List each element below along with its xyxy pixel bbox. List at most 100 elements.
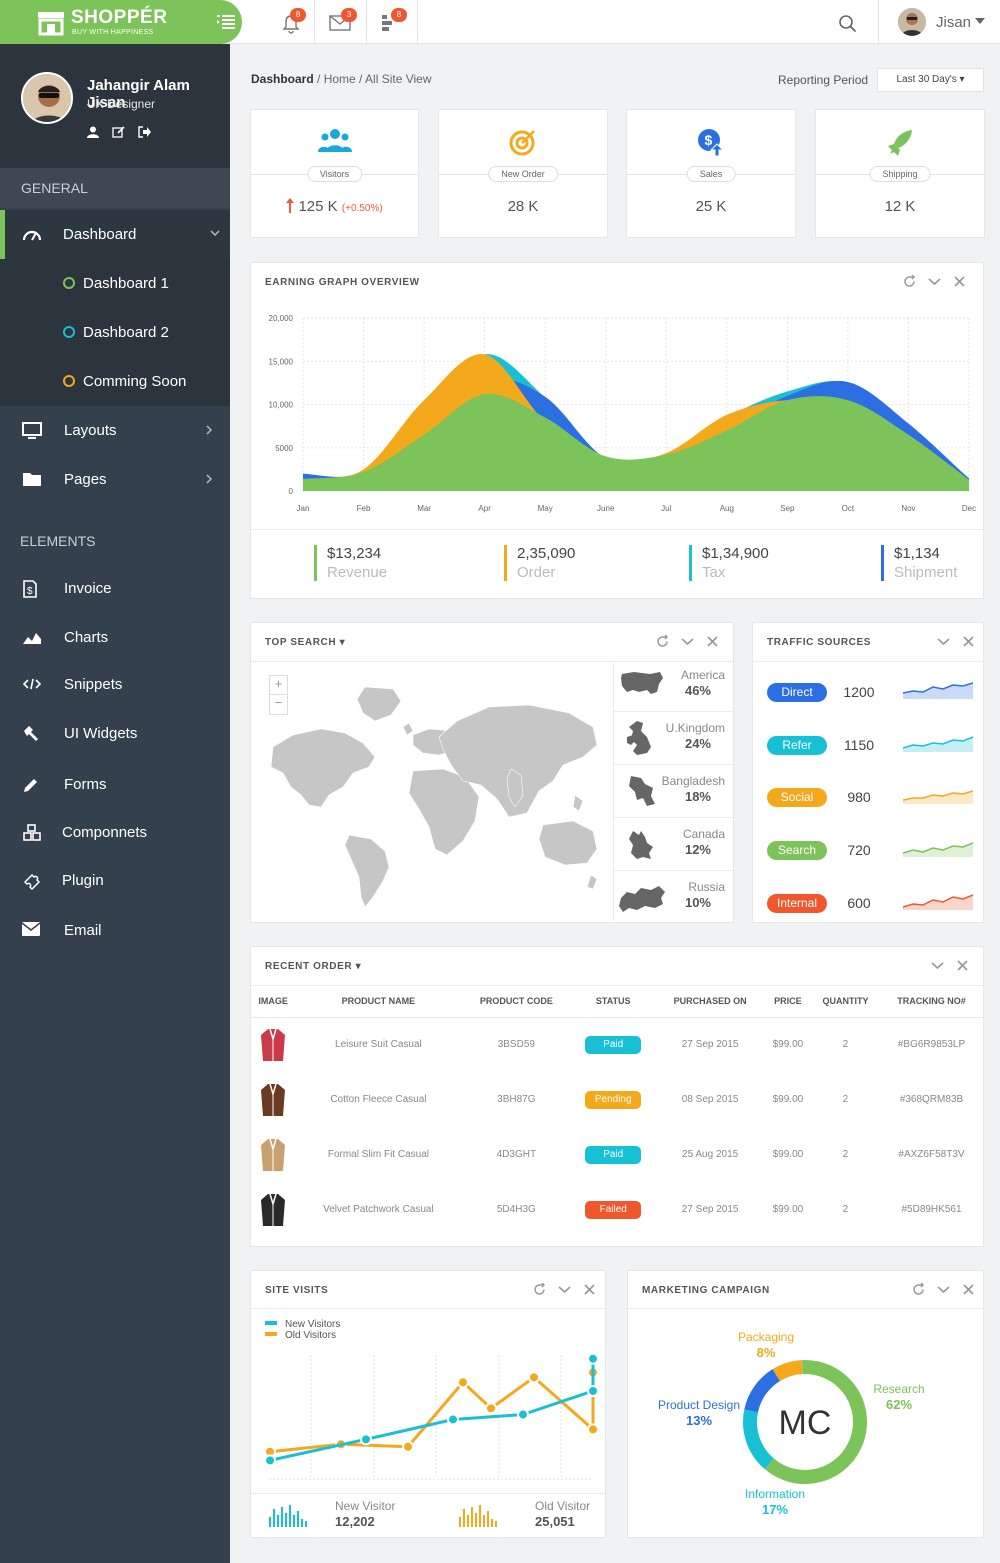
sidebar-item-email[interactable]: Email [0, 906, 230, 955]
circle-icon [63, 326, 75, 338]
sidebar-item-plugin[interactable]: Plugin [0, 856, 230, 905]
column-header[interactable]: PRODUCT CODE [462, 985, 572, 1017]
close-icon[interactable] [962, 635, 975, 648]
data-point [529, 1372, 539, 1382]
country-row-canada[interactable]: Canada 12% [613, 819, 733, 871]
close-icon[interactable] [956, 959, 969, 972]
column-header[interactable]: STATUS [571, 985, 655, 1017]
brand-logo[interactable]: SHOPPÉR BUY WITH HAPPINESS [0, 0, 242, 44]
country-name: U.Kingdom [666, 721, 725, 735]
close-icon[interactable] [583, 1283, 596, 1296]
edit-icon[interactable] [112, 126, 125, 138]
traffic-badge: Internal [767, 894, 827, 913]
product-image-cell [251, 1072, 295, 1127]
column-header[interactable]: QUANTITY [811, 985, 880, 1017]
slice-label: Research [873, 1382, 924, 1396]
sparkline [903, 782, 973, 806]
column-header[interactable]: IMAGE [251, 985, 295, 1017]
data-point [518, 1410, 528, 1420]
country-row-russia[interactable]: Russia 10% [613, 872, 733, 924]
dashboard-gauge-icon [22, 226, 42, 242]
table-row[interactable]: Cotton Fleece Casual3BH87GPending08 Sep … [251, 1072, 983, 1127]
notifications-button[interactable]: 8 [266, 0, 315, 44]
sidebar-item-dashboard-1[interactable]: Dashboard 1 [0, 259, 230, 308]
breadcrumb-rest[interactable]: / Home / All Site View [314, 72, 432, 86]
menu-toggle-icon[interactable] [217, 14, 235, 30]
purchase-date: 27 Sep 2015 [655, 1017, 765, 1072]
data-point [588, 1354, 598, 1364]
code-icon [22, 676, 42, 692]
table-row[interactable]: Velvet Patchwork Casual5D4H3GFailed27 Se… [251, 1182, 983, 1237]
sidebar-item-dashboard[interactable]: Dashboard [0, 210, 230, 259]
refresh-icon[interactable] [533, 1283, 546, 1296]
collapse-icon[interactable] [558, 1283, 571, 1296]
collapse-icon[interactable] [937, 1283, 950, 1296]
collapse-icon[interactable] [681, 635, 694, 648]
sidebar-item-ui-widgets[interactable]: UI Widgets [0, 709, 230, 758]
x-tick-label: Sep [780, 504, 795, 513]
close-icon[interactable] [953, 275, 966, 288]
collapse-icon[interactable] [937, 635, 950, 648]
stat-label: New Order [488, 166, 558, 182]
sidebar-item-snippets[interactable]: Snippets [0, 660, 230, 709]
collapse-icon[interactable] [931, 959, 944, 972]
search-icon[interactable] [832, 12, 862, 34]
refresh-icon[interactable] [903, 275, 916, 288]
country-name: Russia [688, 880, 725, 894]
card-title[interactable]: RECENT ORDER ▾ [265, 961, 361, 972]
data-point [588, 1386, 598, 1396]
breadcrumb-current[interactable]: Dashboard [251, 72, 314, 86]
traffic-row[interactable]: Search720 [767, 831, 977, 883]
canada-map-icon [627, 827, 657, 861]
summary-value: $1,134 [894, 545, 957, 562]
country-row-bangladesh[interactable]: Bangladesh 18% [613, 766, 733, 818]
user-menu[interactable]: Jisan [878, 0, 1000, 44]
refresh-icon[interactable] [912, 1283, 925, 1296]
data-point [265, 1455, 275, 1465]
pencil-icon [22, 776, 40, 794]
column-header[interactable]: PRICE [765, 985, 811, 1017]
sidebar-item-invoice[interactable]: $ Invoice [0, 564, 230, 613]
card-tools [931, 959, 969, 972]
sidebar-item-componnets[interactable]: Componnets [0, 808, 230, 857]
user-icon[interactable] [87, 126, 99, 138]
slice-label: Packaging [738, 1330, 794, 1344]
country-row-u-kingdom[interactable]: U.Kingdom 24% [613, 713, 733, 765]
traffic-row[interactable]: Internal600 [767, 884, 977, 936]
card-title[interactable]: TOP SEARCH ▾ [265, 637, 345, 648]
column-header[interactable]: TRACKING NO# [880, 985, 983, 1017]
traffic-value: 1150 [837, 737, 881, 753]
close-icon[interactable] [962, 1283, 975, 1296]
tasks-button[interactable]: 8 [367, 0, 418, 44]
orders-table: IMAGEPRODUCT NAMEPRODUCT CODESTATUSPURCH… [251, 985, 983, 1237]
sidebar-item-layouts[interactable]: Layouts [0, 406, 230, 455]
collapse-icon[interactable] [928, 275, 941, 288]
traffic-row[interactable]: Refer1150 [767, 726, 977, 778]
table-row[interactable]: Formal Slim Fit Casual4D3GHTPaid25 Aug 2… [251, 1127, 983, 1182]
country-row-america[interactable]: America 46% [613, 660, 733, 712]
sidebar-item-forms[interactable]: Forms [0, 760, 230, 809]
area-chart-icon [22, 629, 42, 645]
sidebar-item-charts[interactable]: Charts [0, 613, 230, 662]
svg-text:$: $ [27, 586, 33, 597]
users-icon [318, 128, 352, 154]
traffic-row[interactable]: Direct1200 [767, 673, 977, 725]
country-name: Bangladesh [662, 774, 725, 788]
sidebar-item-pages[interactable]: Pages [0, 455, 230, 504]
table-row[interactable]: Leisure Suit Casual3BSD59Paid27 Sep 2015… [251, 1017, 983, 1072]
world-map[interactable] [267, 685, 607, 907]
traffic-row[interactable]: Social980 [767, 778, 977, 830]
summary-tax: $1,34,900Tax [689, 545, 769, 581]
logout-icon[interactable] [138, 126, 151, 138]
messages-button[interactable]: 3 [315, 0, 367, 44]
sidebar-item-dashboard-2[interactable]: Dashboard 2 [0, 308, 230, 357]
column-header[interactable]: PRODUCT NAME [295, 985, 461, 1017]
refresh-icon[interactable] [656, 635, 669, 648]
sidebar-item-comming-soon[interactable]: Comming Soon [0, 357, 230, 406]
column-header[interactable]: PURCHASED ON [655, 985, 765, 1017]
reporting-period-select[interactable]: Last 30 Day's ▾ [877, 68, 984, 92]
product-name: Velvet Patchwork Casual [295, 1182, 461, 1237]
summary-order: 2,35,090Order [504, 545, 575, 581]
sidebar-label-plugin: Plugin [62, 872, 104, 889]
close-icon[interactable] [706, 635, 719, 648]
